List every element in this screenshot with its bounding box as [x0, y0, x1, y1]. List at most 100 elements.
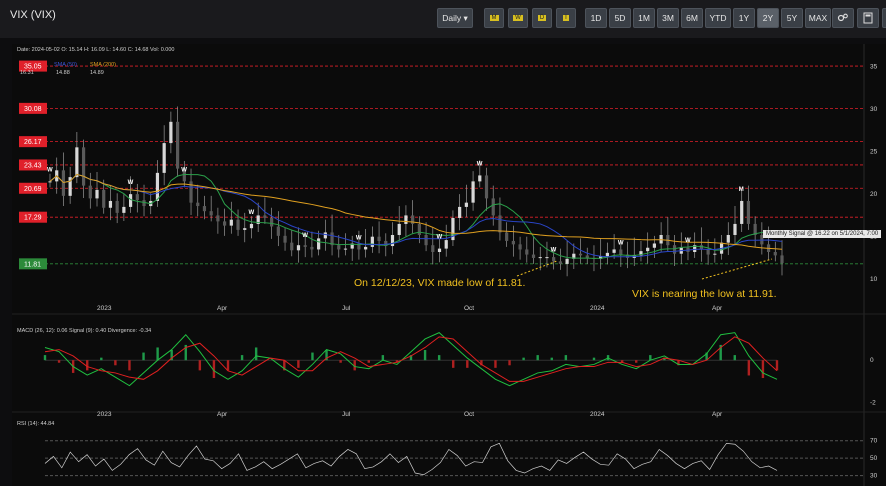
signal-button-d[interactable]: D	[532, 8, 552, 28]
chart-canvas[interactable]: 10152025303535.0530.0826.1723.4320.6917.…	[12, 44, 886, 486]
range-button-2y[interactable]: 2Y	[757, 8, 779, 28]
macd-histogram-bar	[437, 355, 441, 361]
candle-body	[115, 200, 119, 213]
candle-body	[525, 249, 529, 255]
x-tick-label: 2023	[97, 305, 112, 312]
macd-histogram-bar	[128, 360, 131, 371]
macd-histogram-bar	[466, 360, 469, 368]
candle-body	[229, 219, 233, 226]
settings-icon[interactable]	[832, 8, 854, 28]
candle-body	[726, 234, 730, 243]
level-label: 30.08	[24, 106, 42, 113]
chart-area[interactable]: 10152025303535.0530.0826.1723.4320.6917.…	[12, 44, 886, 486]
range-button-6m[interactable]: 6M	[681, 8, 703, 28]
candle-body	[122, 206, 126, 213]
candle-body	[175, 121, 180, 169]
candle-body	[88, 185, 92, 199]
signal-button-m[interactable]: M	[484, 8, 504, 28]
y-tick-label: 30	[870, 106, 878, 113]
macd-histogram-bar	[635, 360, 638, 363]
candle-body	[162, 143, 166, 173]
legend-sma200-label: SMA (200)	[90, 62, 116, 68]
macd-histogram-bar	[86, 360, 89, 371]
candle-body	[464, 202, 468, 207]
fullscreen-icon[interactable]	[882, 8, 886, 28]
macd-histogram-bar	[775, 360, 779, 371]
candle-body	[169, 121, 173, 144]
top-toolbar: VIX (VIX) Daily ▾ MWDI 1D 5D 1M 3M 6M YTD 1Y 2Y…	[0, 0, 886, 38]
macd-y-tick: 0	[870, 357, 874, 364]
interval-dropdown[interactable]: Daily ▾	[437, 8, 473, 28]
y-tick-label: 20	[870, 191, 878, 198]
candle-body	[417, 223, 421, 235]
signal-marker: W	[128, 180, 134, 186]
signal-marker: W	[356, 235, 362, 241]
candle-body	[377, 236, 381, 241]
candle-body	[108, 200, 113, 208]
calculator-icon[interactable]	[857, 8, 879, 28]
candle-body	[209, 211, 213, 216]
candle-body	[196, 202, 200, 207]
candle-body	[746, 200, 751, 224]
annotation-arrow	[701, 258, 773, 280]
candle-body	[646, 247, 650, 252]
range-button-3m[interactable]: 3M	[657, 8, 679, 28]
signal-marker: W	[477, 161, 483, 167]
candle-body	[135, 194, 139, 201]
range-button-max[interactable]: MAX	[805, 8, 831, 28]
candle-body	[296, 245, 301, 251]
candle-body	[337, 245, 341, 250]
sma50-line	[49, 173, 783, 258]
signal-marker: W	[302, 233, 308, 239]
signal-tooltip: Monthly Signal @ 16.22 on 5/1/2024, 7:00	[763, 230, 882, 238]
candle-body	[484, 175, 489, 199]
macd-histogram-bar	[761, 360, 765, 379]
macd-histogram-bar	[43, 355, 47, 361]
candle-body	[585, 255, 589, 258]
level-label: 20.69	[24, 186, 42, 193]
macd-histogram-bar	[508, 360, 511, 366]
candle-body	[652, 243, 657, 248]
signal-marker: W	[685, 238, 691, 244]
candle-body	[223, 221, 227, 226]
annotation-right: VIX is nearing the low at 11.91.	[632, 288, 777, 300]
signal-marker: W	[47, 167, 53, 173]
sma200-line	[49, 173, 783, 250]
x-tick-label: Apr	[217, 411, 228, 418]
macd-histogram-bar	[733, 355, 736, 361]
candle-body	[75, 147, 79, 178]
legend-val-2: 14.88	[56, 70, 70, 76]
macd-histogram-bar	[536, 355, 539, 361]
candle-body	[437, 248, 442, 253]
range-button-1y[interactable]: 1Y	[733, 8, 755, 28]
candle-body	[612, 249, 616, 253]
candle-body	[404, 215, 408, 224]
signal-marker: W	[181, 167, 187, 173]
signal-button-w[interactable]: W	[508, 8, 528, 28]
macd-histogram-bar	[114, 360, 117, 366]
macd-histogram-bar	[339, 360, 342, 363]
candle-body	[276, 226, 280, 236]
range-button-ytd[interactable]: YTD	[705, 8, 731, 28]
range-button-5d[interactable]: 5D	[609, 8, 631, 28]
range-button-5y[interactable]: 5Y	[781, 8, 803, 28]
x-tick-label: 2024	[590, 305, 605, 312]
candle-body	[605, 252, 609, 257]
range-button-1d[interactable]: 1D	[585, 8, 607, 28]
y-tick-label: 35	[870, 64, 878, 71]
rsi-y-tick: 50	[870, 455, 878, 462]
macd-histogram-bar	[550, 357, 553, 361]
macd-histogram-bar	[423, 350, 427, 361]
candle-body	[310, 246, 314, 250]
signal-button-i[interactable]: I	[556, 8, 576, 28]
candle-body	[81, 147, 86, 186]
candle-body	[424, 234, 428, 246]
x-tick-label: Oct	[464, 411, 474, 418]
candle-body	[578, 253, 583, 256]
range-button-1m[interactable]: 1M	[633, 8, 655, 28]
candle-body	[740, 200, 744, 224]
x-tick-label: Jul	[342, 411, 351, 418]
candle-body	[370, 236, 374, 247]
candle-body	[706, 249, 710, 255]
candle-body	[202, 206, 207, 212]
